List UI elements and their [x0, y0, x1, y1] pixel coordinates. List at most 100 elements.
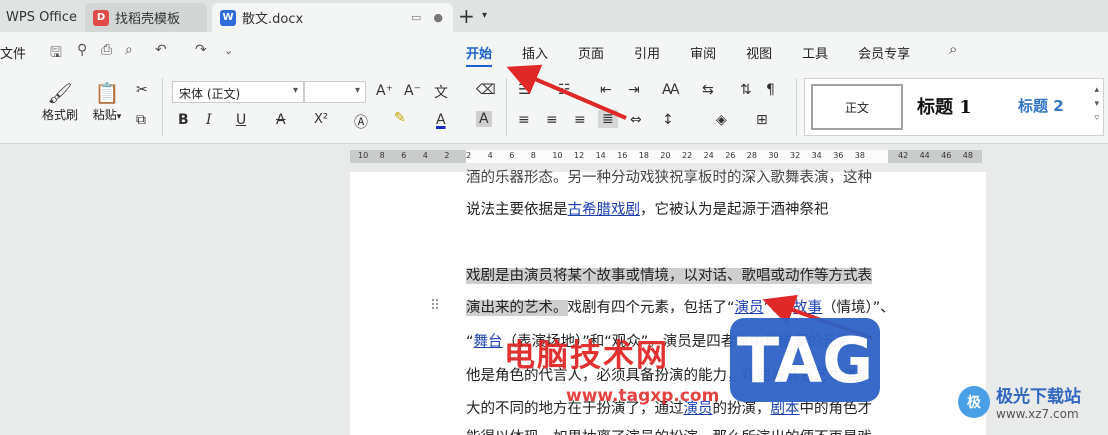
distribute-icon[interactable]: ⇔: [630, 112, 642, 128]
divider: [506, 78, 507, 136]
ruler-tick: 30: [768, 151, 779, 160]
show-marks-icon[interactable]: ⇅: [740, 82, 752, 98]
tab-references[interactable]: 引用: [634, 43, 660, 67]
undo-icon[interactable]: ↶: [155, 42, 167, 58]
tab-document-label: 散文.docx: [242, 12, 304, 27]
doc-line[interactable]: 演出来的艺术。戏剧有四个元素，包括了“演员”、“故事（情境）”、: [466, 296, 895, 317]
watermark-tag-logo: TAG: [730, 318, 880, 402]
doc-line[interactable]: 说法主要依据是古希腊戏剧，它被认为是起源于酒神祭祀: [466, 198, 829, 219]
doc-line-partial[interactable]: 酒的乐器形态。另一种分动戏狭祝享板时的深入歌舞表演，这种: [466, 166, 872, 187]
print-preview-icon[interactable]: ⌕: [125, 42, 133, 58]
tab-view[interactable]: 视图: [746, 43, 772, 67]
ruler-tick: 10: [358, 151, 369, 160]
strikethrough-icon[interactable]: A: [276, 112, 286, 128]
tab-template[interactable]: D 找稻壳模板: [85, 3, 207, 32]
new-tab-button[interactable]: +: [458, 4, 475, 28]
ribbon-tabs: 开始 插入 页面 引用 审阅 视图 工具 会员专享: [466, 43, 910, 67]
shrink-font-icon[interactable]: A⁻: [404, 83, 421, 99]
new-tab-dropdown-icon[interactable]: ▾: [482, 10, 487, 21]
line-spacing-icon[interactable]: ↕: [662, 112, 674, 128]
doc-text: 中的角色才: [799, 401, 873, 417]
redo-icon[interactable]: ↷: [195, 42, 207, 58]
link-script[interactable]: 剧本: [771, 401, 800, 417]
align-center-icon[interactable]: ≡: [546, 112, 558, 128]
share-icon[interactable]: ⚲: [77, 42, 87, 58]
bullet-list-icon[interactable]: ☰: [518, 82, 531, 98]
bold-icon[interactable]: B: [178, 112, 189, 128]
link-greek-drama[interactable]: 古希腊戏剧: [568, 202, 641, 218]
numbered-list-icon[interactable]: ☷: [558, 82, 571, 98]
ruler-tick: 44: [919, 151, 930, 160]
ruler-tick: 16: [617, 151, 628, 160]
increase-indent-icon[interactable]: ⇥: [628, 82, 640, 98]
highlight-icon[interactable]: ✎: [394, 110, 406, 126]
underline-icon[interactable]: U: [236, 112, 246, 128]
ruler-tick: 8: [379, 151, 385, 160]
tab-tools[interactable]: 工具: [802, 43, 828, 67]
font-color-icon[interactable]: A: [436, 112, 446, 128]
horizontal-ruler[interactable]: 10 8 6 4 2 2 4 6 8 10 12 14 16 18 20 22 24 26 28 30 32 34 36 38…: [350, 150, 982, 163]
paste-dropdown-icon: ▾: [116, 112, 122, 122]
grow-font-icon[interactable]: A⁺: [376, 83, 393, 99]
decrease-indent-icon[interactable]: ⇤: [600, 82, 612, 98]
link-stage[interactable]: 舞台: [474, 334, 503, 350]
text-effect-icon[interactable]: Ⓐ: [354, 112, 368, 132]
doc-text: ”、“: [763, 300, 794, 316]
site-name: 极光下载站: [996, 387, 1081, 407]
align-left-icon[interactable]: ≡: [518, 112, 530, 128]
print-icon[interactable]: ⎙: [101, 42, 112, 58]
doc-text: 戏剧有四个元素，包括了“: [567, 300, 735, 316]
shading-icon[interactable]: ◈: [716, 112, 727, 128]
doc-line-partial[interactable]: 能得以体现，如果抽离了演员的扮演，那么所演出的便不再是戏: [466, 426, 872, 435]
style-normal[interactable]: 正文: [811, 84, 903, 130]
style-heading-2[interactable]: 标题 2: [1018, 95, 1064, 116]
tab-home[interactable]: 开始: [466, 43, 493, 67]
quick-access-dropdown-icon[interactable]: ⌄: [224, 44, 233, 57]
format-painter-label: 格式刷: [42, 108, 79, 122]
tab-review[interactable]: 审阅: [690, 43, 716, 67]
format-painter-button[interactable]: 🖌 格式刷: [42, 80, 78, 123]
font-size-select[interactable]: ▾: [304, 81, 366, 103]
text-direction-icon[interactable]: Ꜳ: [662, 82, 680, 98]
link-story[interactable]: 故事: [793, 300, 822, 316]
doc-line-selected[interactable]: 戏剧是由演员将某个故事或情境，以对话、歌唱或动作等方式表: [466, 264, 872, 285]
paragraph-drag-handle-icon[interactable]: ⠿: [430, 298, 440, 314]
align-justify-icon[interactable]: ≣: [598, 110, 618, 128]
tab-member[interactable]: 会员专享: [858, 43, 910, 67]
styles-scroll[interactable]: ▴ ▾ ▿: [1094, 83, 1099, 125]
border-icon[interactable]: ⊞: [756, 112, 768, 128]
font-name-select[interactable]: 宋体 (正文) ▾: [172, 81, 304, 103]
style-heading-1[interactable]: 标题 1: [917, 93, 972, 119]
menu-row: 文件 🖫 ⚲ ⎙ ⌕ ↶ ↷ ⌄ 开始 插入 页面 引用 审阅 视图 工具 会员…: [0, 32, 1108, 70]
paste-label: 粘贴: [92, 108, 117, 122]
ruler-tick: 4: [487, 151, 493, 160]
tab-document[interactable]: W 散文.docx ▭ ●: [212, 3, 453, 32]
tab-wps-label: WPS Office: [6, 10, 78, 25]
save-icon[interactable]: 🖫: [50, 42, 62, 66]
clear-format-icon[interactable]: ⌫: [476, 82, 496, 98]
copy-icon[interactable]: ⧉: [136, 112, 146, 128]
link-actor[interactable]: 演员: [735, 300, 764, 316]
italic-icon[interactable]: I: [206, 112, 212, 128]
tab-page[interactable]: 页面: [578, 43, 604, 67]
search-icon[interactable]: ⌕: [949, 40, 957, 58]
unsaved-dot-icon[interactable]: ●: [433, 11, 443, 24]
ruler-tick: 36: [833, 151, 844, 160]
ruler-tick: 2: [466, 151, 472, 160]
char-shading-icon[interactable]: A: [476, 111, 492, 127]
sort-icon[interactable]: ⇆: [702, 82, 714, 98]
pinyin-icon[interactable]: 文: [434, 82, 448, 102]
superscript-icon[interactable]: X²: [314, 112, 328, 127]
clipboard-icon: 📋: [94, 81, 120, 105]
cut-icon[interactable]: ✂: [136, 82, 148, 98]
align-right-icon[interactable]: ≡: [574, 112, 586, 128]
menu-file[interactable]: 文件: [0, 43, 26, 62]
tab-insert[interactable]: 插入: [522, 43, 548, 67]
tab-wps-office[interactable]: WPS Office: [0, 3, 82, 32]
paste-button[interactable]: 📋 粘贴▾: [88, 80, 126, 123]
font-name-value: 宋体 (正文): [179, 87, 241, 101]
docer-logo-icon: D: [93, 9, 109, 26]
tab-bar: WPS Office D 找稻壳模板 W 散文.docx ▭ ● + ▾: [0, 0, 1108, 32]
paragraph-mark-icon[interactable]: ¶: [766, 82, 775, 98]
window-icon[interactable]: ▭: [411, 11, 421, 24]
